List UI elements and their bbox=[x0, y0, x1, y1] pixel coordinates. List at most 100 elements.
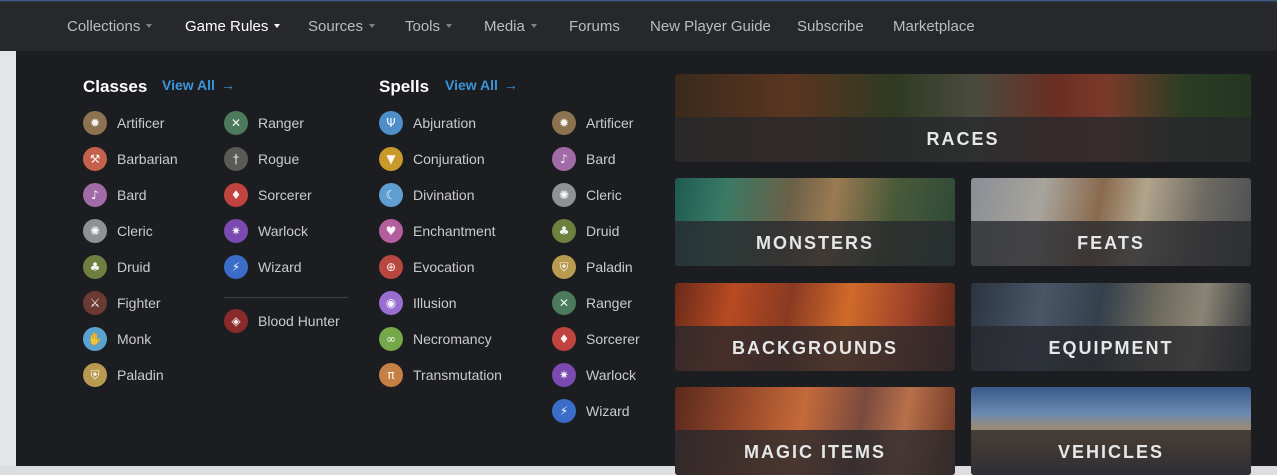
class-link-monk[interactable]: ✋ Monk bbox=[83, 327, 151, 351]
spell-class-link-label: Bard bbox=[586, 151, 616, 167]
nav-item-forums[interactable]: Forums bbox=[569, 2, 620, 51]
class-link-bard[interactable]: ♪ Bard bbox=[83, 183, 147, 207]
spell-class-link-cleric[interactable]: ✺ Cleric bbox=[552, 183, 622, 207]
school-link-label: Evocation bbox=[413, 259, 475, 275]
spell-class-link-label: Sorcerer bbox=[586, 331, 640, 347]
nav-item-label: Game Rules bbox=[185, 18, 269, 35]
class-link-paladin[interactable]: ⛨ Paladin bbox=[83, 363, 164, 387]
card-feats[interactable]: FEATS bbox=[971, 178, 1251, 266]
school-link-divination[interactable]: ☾ Divination bbox=[379, 183, 474, 207]
cleric-icon: ✺ bbox=[552, 183, 576, 207]
arrow-right-icon: → bbox=[220, 77, 235, 93]
card-equipment[interactable]: EQUIPMENT bbox=[971, 283, 1251, 371]
paladin-icon: ⛨ bbox=[552, 255, 576, 279]
nav-item-marketplace[interactable]: Marketplace bbox=[893, 2, 975, 51]
artificer-icon: ✹ bbox=[552, 111, 576, 135]
spell-class-link-label: Cleric bbox=[586, 187, 622, 203]
class-link-artificer[interactable]: ✹ Artificer bbox=[83, 111, 164, 135]
rogue-icon: † bbox=[224, 147, 248, 171]
spell-class-link-ranger[interactable]: ✕ Ranger bbox=[552, 291, 632, 315]
school-link-label: Transmutation bbox=[413, 367, 502, 383]
card-label: VEHICLES bbox=[1057, 442, 1165, 462]
necromancy-icon: ∞ bbox=[379, 327, 403, 351]
nav-item-subscribe[interactable]: Subscribe bbox=[797, 2, 864, 51]
spell-class-link-label: Paladin bbox=[586, 259, 633, 275]
card-races[interactable]: RACES bbox=[675, 74, 1251, 162]
nav-item-collections[interactable]: Collections bbox=[67, 2, 153, 51]
school-link-label: Necromancy bbox=[413, 331, 492, 347]
nav-item-media[interactable]: Media bbox=[484, 2, 537, 51]
class-link-label: Barbarian bbox=[117, 151, 178, 167]
school-link-abjuration[interactable]: Ψ Abjuration bbox=[379, 111, 476, 135]
cleric-icon: ✺ bbox=[83, 219, 107, 243]
spells-view-all-link[interactable]: View All → bbox=[445, 77, 518, 93]
spell-class-link-label: Wizard bbox=[586, 403, 630, 419]
wizard-icon: ⚡ bbox=[552, 399, 576, 423]
school-link-transmutation[interactable]: π Transmutation bbox=[379, 363, 502, 387]
class-link-wizard[interactable]: ⚡ Wizard bbox=[224, 255, 302, 279]
chevron-down-icon bbox=[369, 24, 376, 29]
school-link-enchantment[interactable]: ♥ Enchantment bbox=[379, 219, 496, 243]
school-link-label: Conjuration bbox=[413, 151, 485, 167]
nav-item-label: New Player Guide bbox=[650, 18, 771, 35]
warlock-icon: ✷ bbox=[224, 219, 248, 243]
card-vehicles[interactable]: VEHICLES bbox=[971, 387, 1251, 475]
school-link-necromancy[interactable]: ∞ Necromancy bbox=[379, 327, 492, 351]
school-link-evocation[interactable]: ⊕ Evocation bbox=[379, 255, 474, 279]
illusion-icon: ◉ bbox=[379, 291, 403, 315]
chevron-down-icon bbox=[446, 24, 453, 29]
school-link-conjuration[interactable]: ▼ Conjuration bbox=[379, 147, 485, 171]
card-label: FEATS bbox=[1077, 233, 1145, 253]
class-link-barbarian[interactable]: ⚒ Barbarian bbox=[83, 147, 178, 171]
sorcerer-icon: ♦ bbox=[224, 183, 248, 207]
card-backgrounds[interactable]: BACKGROUNDS bbox=[675, 283, 955, 371]
spell-class-link-wizard[interactable]: ⚡ Wizard bbox=[552, 399, 630, 423]
nav-item-sources[interactable]: Sources bbox=[308, 2, 376, 51]
card-label: MONSTERS bbox=[755, 233, 874, 253]
card-magic-items[interactable]: MAGIC ITEMS bbox=[675, 387, 955, 475]
card-label: MAGIC ITEMS bbox=[744, 442, 886, 462]
druid-icon: ♣ bbox=[552, 219, 576, 243]
class-link-fighter[interactable]: ⚔ Fighter bbox=[83, 291, 161, 315]
wizard-icon: ⚡ bbox=[224, 255, 248, 279]
barbarian-icon: ⚒ bbox=[83, 147, 107, 171]
spell-class-link-sorcerer[interactable]: ♦ Sorcerer bbox=[552, 327, 640, 351]
nav-item-tools[interactable]: Tools bbox=[405, 2, 453, 51]
classes-heading: Classes bbox=[83, 77, 148, 96]
school-link-illusion[interactable]: ◉ Illusion bbox=[379, 291, 457, 315]
class-link-druid[interactable]: ♣ Druid bbox=[83, 255, 150, 279]
spell-class-link-bard[interactable]: ♪ Bard bbox=[552, 147, 616, 171]
nav-item-game-rules[interactable]: Game Rules bbox=[185, 2, 281, 51]
card-label: EQUIPMENT bbox=[1048, 338, 1174, 358]
class-link-warlock[interactable]: ✷ Warlock bbox=[224, 219, 308, 243]
class-link-rogue[interactable]: † Rogue bbox=[224, 147, 299, 171]
abjuration-icon: Ψ bbox=[379, 111, 403, 135]
class-link-cleric[interactable]: ✺ Cleric bbox=[83, 219, 153, 243]
card-label: RACES bbox=[926, 129, 1000, 149]
paladin-icon: ⛨ bbox=[83, 363, 107, 387]
class-link-label: Paladin bbox=[117, 367, 164, 383]
spell-class-link-warlock[interactable]: ✷ Warlock bbox=[552, 363, 636, 387]
nav-item-label: Forums bbox=[569, 18, 620, 35]
class-link-ranger[interactable]: ✕ Ranger bbox=[224, 111, 304, 135]
classes-view-all-link[interactable]: View All → bbox=[162, 77, 235, 93]
sorcerer-icon: ♦ bbox=[552, 327, 576, 351]
bard-icon: ♪ bbox=[83, 183, 107, 207]
spell-class-link-paladin[interactable]: ⛨ Paladin bbox=[552, 255, 633, 279]
class-link-sorcerer[interactable]: ♦ Sorcerer bbox=[224, 183, 312, 207]
spell-class-link-druid[interactable]: ♣ Druid bbox=[552, 219, 619, 243]
enchantment-icon: ♥ bbox=[379, 219, 403, 243]
chevron-down-icon bbox=[274, 24, 281, 29]
school-link-label: Divination bbox=[413, 187, 475, 203]
class-link-label: Artificer bbox=[117, 115, 165, 131]
card-monsters[interactable]: MONSTERS bbox=[675, 178, 955, 266]
nav-item-label: Sources bbox=[308, 18, 364, 35]
bard-icon: ♪ bbox=[552, 147, 576, 171]
school-link-label: Abjuration bbox=[413, 115, 477, 131]
nav-item-new-player-guide[interactable]: New Player Guide bbox=[650, 2, 771, 51]
nav-item-label: Media bbox=[484, 18, 525, 35]
class-link-label: Monk bbox=[117, 331, 152, 347]
spell-class-link-artificer[interactable]: ✹ Artificer bbox=[552, 111, 633, 135]
class-link-blood-hunter[interactable]: ◈ Blood Hunter bbox=[224, 309, 340, 333]
class-link-label: Blood Hunter bbox=[258, 313, 340, 329]
